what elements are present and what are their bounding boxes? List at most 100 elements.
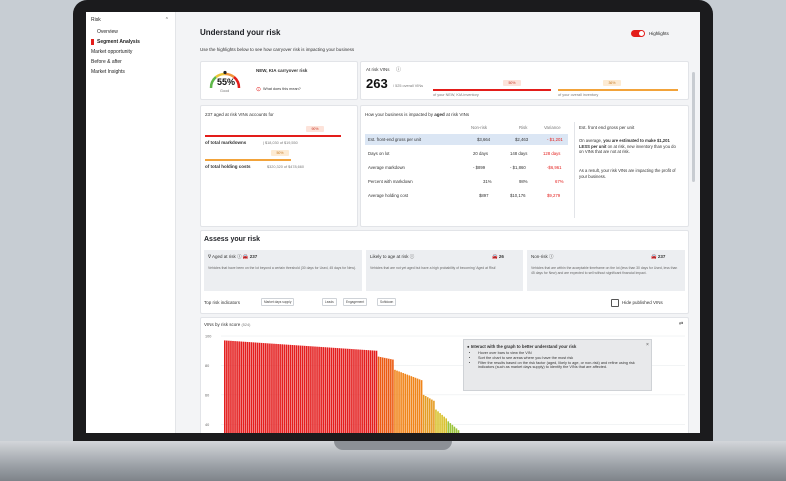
chart-bar[interactable]: [420, 380, 423, 433]
chart-bar[interactable]: [388, 358, 390, 433]
chart-bar[interactable]: [224, 340, 226, 433]
chart-bar[interactable]: [437, 411, 439, 433]
chart-bar[interactable]: [316, 346, 318, 433]
chart-bar[interactable]: [252, 342, 255, 433]
chart-bar[interactable]: [394, 369, 396, 433]
chart-bar[interactable]: [443, 416, 445, 433]
chart-bar[interactable]: [279, 344, 281, 433]
chart-bar[interactable]: [271, 343, 273, 433]
chart-bar[interactable]: [349, 348, 351, 433]
chart-bar[interactable]: [418, 379, 421, 433]
chart-bar[interactable]: [277, 344, 279, 433]
chart-bar[interactable]: [228, 340, 230, 433]
chart-bar[interactable]: [379, 357, 382, 433]
chart-bar[interactable]: [301, 345, 304, 433]
chart-bar[interactable]: [248, 342, 251, 433]
chart-bar[interactable]: [314, 346, 316, 433]
chart-bar[interactable]: [435, 409, 437, 433]
chart-bar[interactable]: [431, 399, 433, 433]
chart-bar[interactable]: [312, 346, 314, 433]
chart-bar[interactable]: [422, 394, 425, 433]
chart-bar[interactable]: [455, 428, 458, 433]
highlights-toggle[interactable]: [631, 30, 645, 37]
chart-bar[interactable]: [338, 348, 341, 433]
chart-bar[interactable]: [357, 349, 359, 433]
chart-bar[interactable]: [265, 343, 267, 433]
chip-softdown[interactable]: Softdown: [377, 298, 397, 306]
chart-bar[interactable]: [336, 348, 339, 433]
chart-bar[interactable]: [258, 342, 261, 433]
chart-bar[interactable]: [408, 375, 411, 433]
chart-bar[interactable]: [359, 349, 361, 433]
chart-bar[interactable]: [236, 341, 238, 433]
chart-bar[interactable]: [410, 376, 413, 433]
chart-bar[interactable]: [306, 345, 308, 433]
chart-bar[interactable]: [398, 371, 400, 433]
chart-bar[interactable]: [404, 373, 406, 433]
chart-bar[interactable]: [326, 347, 329, 433]
chart-bar[interactable]: [373, 350, 376, 433]
chip-engagement[interactable]: Engagement: [343, 298, 368, 306]
chart-bar[interactable]: [392, 359, 394, 433]
chart-bar[interactable]: [287, 344, 290, 433]
chart-bar[interactable]: [246, 341, 249, 433]
chart-bar[interactable]: [267, 343, 269, 433]
chart-bar[interactable]: [308, 346, 310, 433]
chart-bar[interactable]: [260, 342, 263, 433]
table-row[interactable]: Days on lot 20 days 148 days 128 days: [365, 148, 568, 159]
chart-bar[interactable]: [400, 372, 402, 433]
chart-bar[interactable]: [369, 350, 372, 433]
chart-bar[interactable]: [447, 421, 450, 433]
sidebar-item-segment-analysis[interactable]: Segment Analysis: [91, 39, 140, 45]
chart-bar[interactable]: [299, 345, 302, 433]
chart-bar[interactable]: [328, 347, 331, 433]
chart-bar[interactable]: [244, 341, 247, 433]
chart-bar[interactable]: [396, 370, 398, 433]
chart-bar[interactable]: [390, 359, 392, 433]
chart-bar[interactable]: [334, 347, 337, 433]
chart-bar[interactable]: [291, 345, 294, 433]
chart-bar[interactable]: [283, 344, 286, 433]
chart-bar[interactable]: [238, 341, 240, 433]
chart-bar[interactable]: [451, 424, 454, 433]
chart-bar[interactable]: [330, 347, 333, 433]
chart-bar[interactable]: [453, 426, 456, 433]
chart-bar[interactable]: [289, 344, 292, 433]
chart-bar[interactable]: [340, 348, 343, 433]
chart-bar[interactable]: [441, 414, 443, 433]
chart-bar[interactable]: [449, 423, 452, 433]
chart-bar[interactable]: [424, 396, 427, 433]
chart-bar[interactable]: [250, 342, 253, 433]
chart-bar[interactable]: [371, 350, 374, 433]
chart-bar[interactable]: [365, 350, 368, 433]
chart-bar[interactable]: [367, 350, 370, 433]
non-risk-tile[interactable]: Non-risk ⓘ 🚘 237 Vehicles that are withi…: [527, 250, 685, 291]
sidebar-header[interactable]: Risk ⌃: [91, 17, 169, 23]
chart-bar[interactable]: [226, 340, 228, 433]
sidebar-item-market-opportunity[interactable]: Market opportunity: [91, 49, 132, 55]
info-icon[interactable]: ⓘ: [396, 66, 401, 73]
sidebar-item-market-insights[interactable]: Market Insights: [91, 69, 125, 75]
aged-at-risk-tile[interactable]: ∇ Aged at risk ⓘ 🚘 237 Vehicles that hav…: [204, 250, 362, 291]
chart-bar[interactable]: [303, 345, 306, 433]
table-row[interactable]: Average holding cost $897 $10,176 $9,279: [365, 190, 568, 201]
chart-bar[interactable]: [353, 349, 355, 433]
chart-bar[interactable]: [375, 350, 378, 433]
chart-bar[interactable]: [402, 373, 404, 433]
chart-bar[interactable]: [355, 349, 357, 433]
chart-bar[interactable]: [262, 343, 265, 433]
chart-bar[interactable]: [342, 348, 345, 433]
chart-bar[interactable]: [281, 344, 283, 433]
sidebar-item-before-after[interactable]: Before & after: [91, 59, 122, 65]
chart-bar[interactable]: [433, 400, 435, 433]
info-icon[interactable]: ⓘ: [549, 254, 554, 259]
chart-bar[interactable]: [242, 341, 245, 433]
hide-published-checkbox[interactable]: [611, 299, 619, 307]
chart-bar[interactable]: [254, 342, 257, 434]
chart-bar[interactable]: [269, 343, 271, 433]
chart-bar[interactable]: [406, 374, 409, 433]
chart-bar[interactable]: [344, 348, 347, 433]
table-row[interactable]: Average markdown - $899 - $1,860 -$6,961: [365, 162, 568, 173]
chip-leads[interactable]: Leads: [322, 298, 337, 306]
likely-to-age-tile[interactable]: Likely to age at risk ⓘ 🚘 26 Vehicles th…: [366, 250, 523, 291]
